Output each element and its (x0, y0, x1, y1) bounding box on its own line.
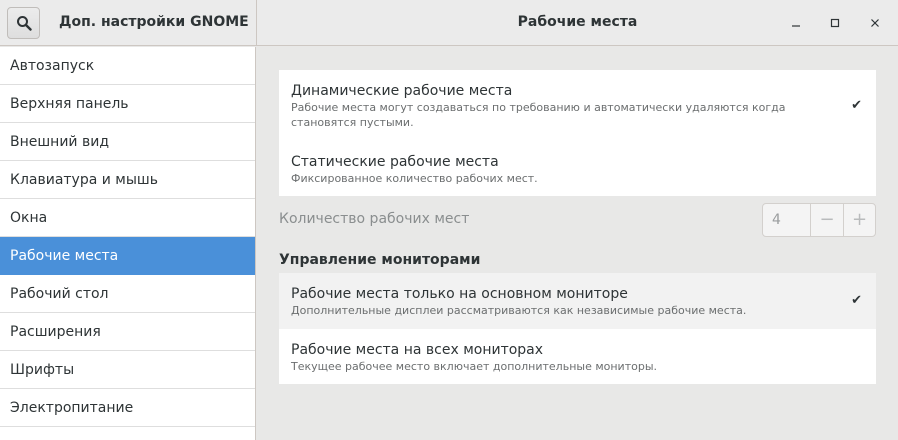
all-monitors-option[interactable]: Рабочие места на всех мониторах Текущее … (279, 329, 876, 384)
sidebar-item-label: Автозапуск (10, 57, 95, 74)
sidebar: Автозапуск Верхняя панель Внешний вид Кл… (0, 47, 256, 440)
sidebar-item-top-bar[interactable]: Верхняя панель (0, 85, 255, 123)
monitors-section-title: Управление мониторами (279, 252, 481, 268)
sidebar-item-label: Верхняя панель (10, 95, 129, 112)
sidebar-item-desktop[interactable]: Рабочий стол (0, 275, 255, 313)
main-panel: Динамические рабочие места Рабочие места… (257, 47, 898, 440)
primary-monitor-only-option[interactable]: Рабочие места только на основном монитор… (279, 273, 876, 329)
check-icon: ✔ (851, 98, 862, 113)
sidebar-item-label: Рабочий стол (10, 285, 109, 302)
option-title: Статические рабочие места (291, 154, 499, 170)
sidebar-item-label: Расширения (10, 323, 101, 340)
option-title: Динамические рабочие места (291, 83, 513, 99)
sidebar-item-label: Рабочие места (10, 247, 119, 264)
workspace-count-spinbutton[interactable]: 4 − + (762, 203, 876, 237)
option-title: Рабочие места только на основном монитор… (291, 286, 628, 302)
sidebar-item-windows[interactable]: Окна (0, 199, 255, 237)
option-title: Рабочие места на всех мониторах (291, 342, 544, 358)
app-title: Доп. настройки GNOME (59, 14, 249, 30)
check-icon: ✔ (851, 293, 862, 308)
search-button[interactable] (7, 7, 40, 39)
sidebar-item-workspaces[interactable]: Рабочие места (0, 237, 255, 275)
sidebar-item-keyboard-mouse[interactable]: Клавиатура и мышь (0, 161, 255, 199)
workspace-mode-list: Динамические рабочие места Рабочие места… (279, 70, 876, 196)
minimize-button[interactable] (785, 12, 807, 34)
static-workspaces-option[interactable]: Статические рабочие места Фиксированное … (279, 141, 876, 196)
close-icon (871, 19, 879, 27)
increment-button[interactable]: + (843, 204, 875, 236)
header-bar: Доп. настройки GNOME Рабочие места (0, 0, 898, 46)
maximize-icon (830, 18, 840, 28)
sidebar-item-extensions[interactable]: Расширения (0, 313, 255, 351)
dynamic-workspaces-option[interactable]: Динамические рабочие места Рабочие места… (279, 70, 876, 141)
sidebar-item-label: Внешний вид (10, 133, 110, 150)
sidebar-item-label: Шрифты (10, 361, 75, 378)
sidebar-item-label: Электропитание (10, 399, 134, 416)
sidebar-item-appearance[interactable]: Внешний вид (0, 123, 255, 161)
option-description: Фиксированное количество рабочих мест. (291, 172, 538, 185)
maximize-button[interactable] (824, 12, 846, 34)
decrement-button[interactable]: − (811, 204, 843, 236)
option-description: Рабочие места могут создаваться по требо… (291, 101, 786, 129)
sidebar-item-autostart[interactable]: Автозапуск (0, 47, 255, 85)
sidebar-item-label: Окна (10, 209, 48, 226)
workspace-count-value[interactable]: 4 (763, 204, 811, 236)
option-description: Текущее рабочее место включает дополните… (291, 360, 658, 373)
sidebar-item-label: Клавиатура и мышь (10, 171, 158, 188)
sidebar-header: Доп. настройки GNOME (0, 0, 257, 46)
workspace-count-label: Количество рабочих мест (279, 211, 470, 227)
search-icon (16, 16, 32, 31)
option-description: Дополнительные дисплеи рассматриваются к… (291, 304, 747, 317)
minimize-icon (792, 25, 800, 27)
monitor-mode-list: Рабочие места только на основном монитор… (279, 273, 876, 384)
close-button[interactable] (864, 12, 886, 34)
sidebar-item-fonts[interactable]: Шрифты (0, 351, 255, 389)
sidebar-item-power[interactable]: Электропитание (0, 389, 255, 427)
